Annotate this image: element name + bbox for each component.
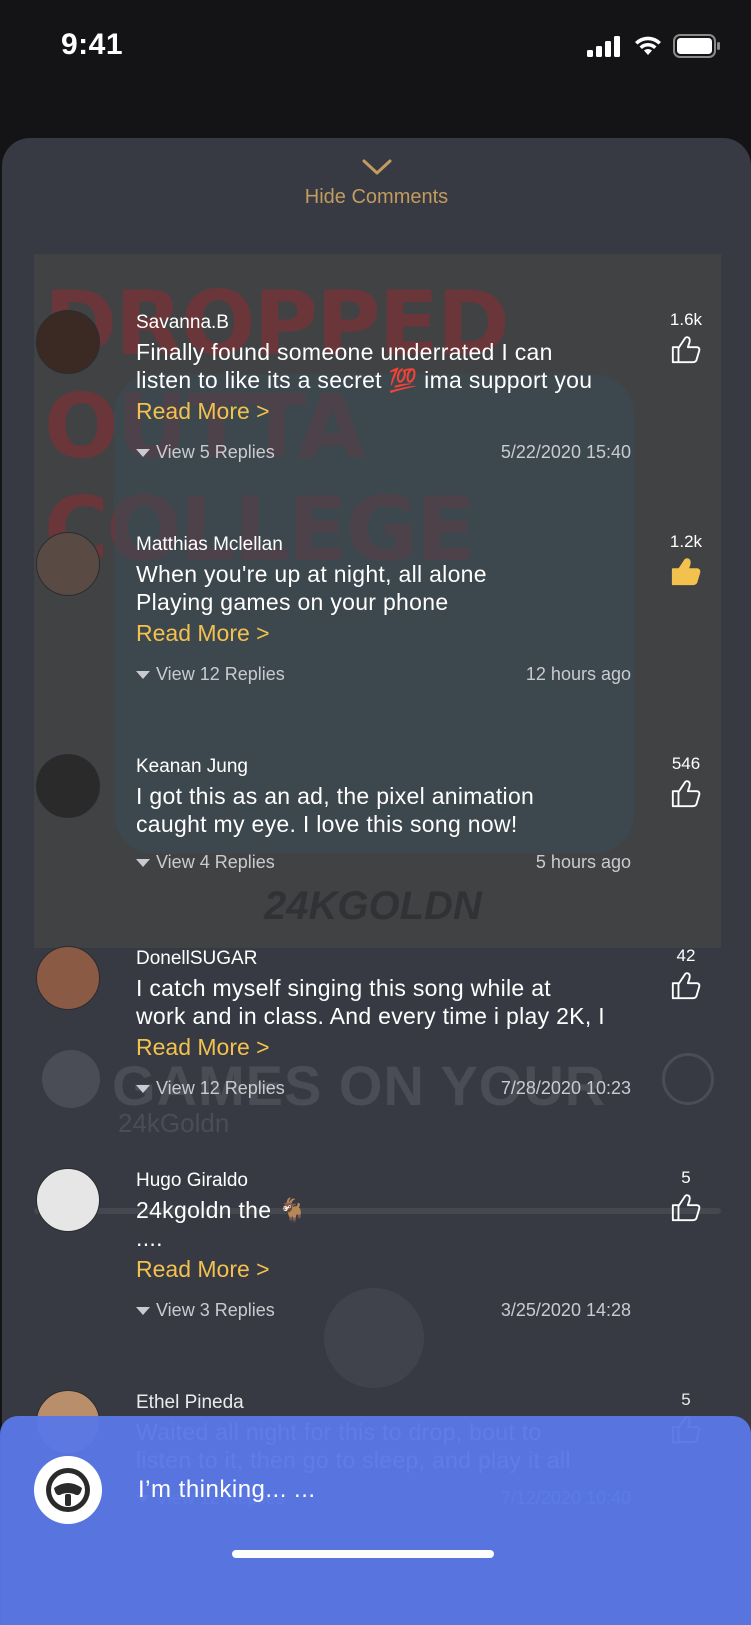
- like-count: 5: [681, 1390, 691, 1409]
- comment-item: Keanan Jung I got this as an ad, the pix…: [2, 754, 751, 944]
- triangle-down-icon: [136, 448, 150, 457]
- comment-author[interactable]: Ethel Pineda: [136, 1392, 244, 1414]
- signal-icon: [587, 36, 620, 57]
- avatar[interactable]: [36, 946, 100, 1010]
- read-more-link[interactable]: Read More >: [136, 398, 270, 425]
- comment-date: 7/28/2020 10:23: [500, 1078, 631, 1098]
- comment-item: DonellSUGAR I catch myself singing this …: [2, 946, 751, 1136]
- view-replies-label: View 4 Replies: [156, 852, 275, 872]
- view-replies-button[interactable]: View 4 Replies: [136, 852, 275, 873]
- assistant-bar[interactable]: I’m thinking... ...: [0, 1416, 751, 1625]
- comment-date: 5 hours ago: [535, 852, 631, 872]
- view-replies-button[interactable]: View 12 Replies: [136, 664, 285, 685]
- like-button[interactable]: 1.2k: [661, 532, 711, 588]
- like-count: 546: [671, 754, 701, 773]
- comment-item: Savanna.B Finally found someone underrat…: [2, 310, 751, 500]
- read-more-link[interactable]: Read More >: [136, 620, 270, 647]
- status-icons: [587, 34, 721, 58]
- assistant-thinking-text: I’m thinking... ...: [138, 1476, 316, 1503]
- thumbs-up-icon: [671, 780, 701, 808]
- comments-sheet: DROPPED OUTTA COLLEGE 24KGOLDN GAMES ON …: [2, 138, 751, 1625]
- like-button[interactable]: 1.6k: [661, 310, 711, 366]
- comment-author[interactable]: Hugo Giraldo: [136, 1170, 248, 1192]
- view-replies-label: View 5 Replies: [156, 442, 275, 462]
- like-count: 1.2k: [669, 532, 703, 551]
- avatar[interactable]: [36, 532, 100, 596]
- assistant-logo-icon: [34, 1456, 102, 1524]
- thumbs-up-icon: [671, 336, 701, 364]
- hide-comments-label: Hide Comments: [304, 186, 449, 208]
- chevron-down-icon: [362, 159, 391, 175]
- like-count: 1.6k: [669, 310, 703, 329]
- view-replies-label: View 12 Replies: [156, 1078, 285, 1098]
- triangle-down-icon: [136, 670, 150, 679]
- battery-icon: [673, 34, 720, 58]
- comment-item: Matthias Mclellan When you're up at nigh…: [2, 532, 751, 722]
- read-more-link[interactable]: Read More >: [136, 1256, 270, 1283]
- comment-text: I catch myself singing this song while a…: [136, 975, 605, 1029]
- read-more-link[interactable]: Read More >: [136, 1034, 270, 1061]
- view-replies-label: View 12 Replies: [156, 664, 285, 684]
- comment-author[interactable]: Savanna.B: [136, 312, 229, 334]
- view-replies-button[interactable]: View 5 Replies: [136, 442, 275, 463]
- thumbs-up-icon: [671, 558, 701, 586]
- like-count: 42: [676, 946, 696, 965]
- hide-comments-button[interactable]: Hide Comments: [2, 158, 751, 209]
- avatar[interactable]: [36, 310, 100, 374]
- comment-author[interactable]: DonellSUGAR: [136, 948, 257, 970]
- avatar[interactable]: [36, 754, 100, 818]
- home-indicator: [232, 1550, 494, 1558]
- comment-text: I got this as an ad, the pixel animation…: [136, 783, 535, 837]
- view-replies-button[interactable]: View 12 Replies: [136, 1078, 285, 1099]
- view-replies-label: View 3 Replies: [156, 1300, 275, 1320]
- like-button[interactable]: 546: [661, 754, 711, 810]
- comment-item: Hugo Giraldo 24kgoldn the 🐐 .... Read Mo…: [2, 1168, 751, 1358]
- comment-date: 12 hours ago: [525, 664, 631, 684]
- triangle-down-icon: [136, 1084, 150, 1093]
- like-button[interactable]: 42: [661, 946, 711, 1002]
- status-bar: 9:41: [0, 0, 751, 96]
- thumbs-up-icon: [671, 972, 701, 1000]
- status-time: 9:41: [61, 28, 124, 61]
- comment-text: 24kgoldn the 🐐 ....: [136, 1197, 307, 1251]
- view-replies-button[interactable]: View 3 Replies: [136, 1300, 275, 1321]
- triangle-down-icon: [136, 858, 150, 867]
- thumbs-up-icon: [671, 1194, 701, 1222]
- triangle-down-icon: [136, 1306, 150, 1315]
- comment-author[interactable]: Matthias Mclellan: [136, 534, 283, 556]
- like-count: 5: [681, 1168, 691, 1187]
- comment-date: 3/25/2020 14:28: [500, 1300, 631, 1320]
- avatar[interactable]: [36, 1168, 100, 1232]
- comment-author[interactable]: Keanan Jung: [136, 756, 248, 778]
- comment-date: 5/22/2020 15:40: [500, 442, 631, 462]
- comment-text: Finally found someone underrated I can l…: [136, 339, 593, 393]
- comment-text: When you're up at night, all alone Playi…: [136, 561, 487, 615]
- wifi-icon: [635, 36, 661, 55]
- like-button[interactable]: 5: [661, 1168, 711, 1224]
